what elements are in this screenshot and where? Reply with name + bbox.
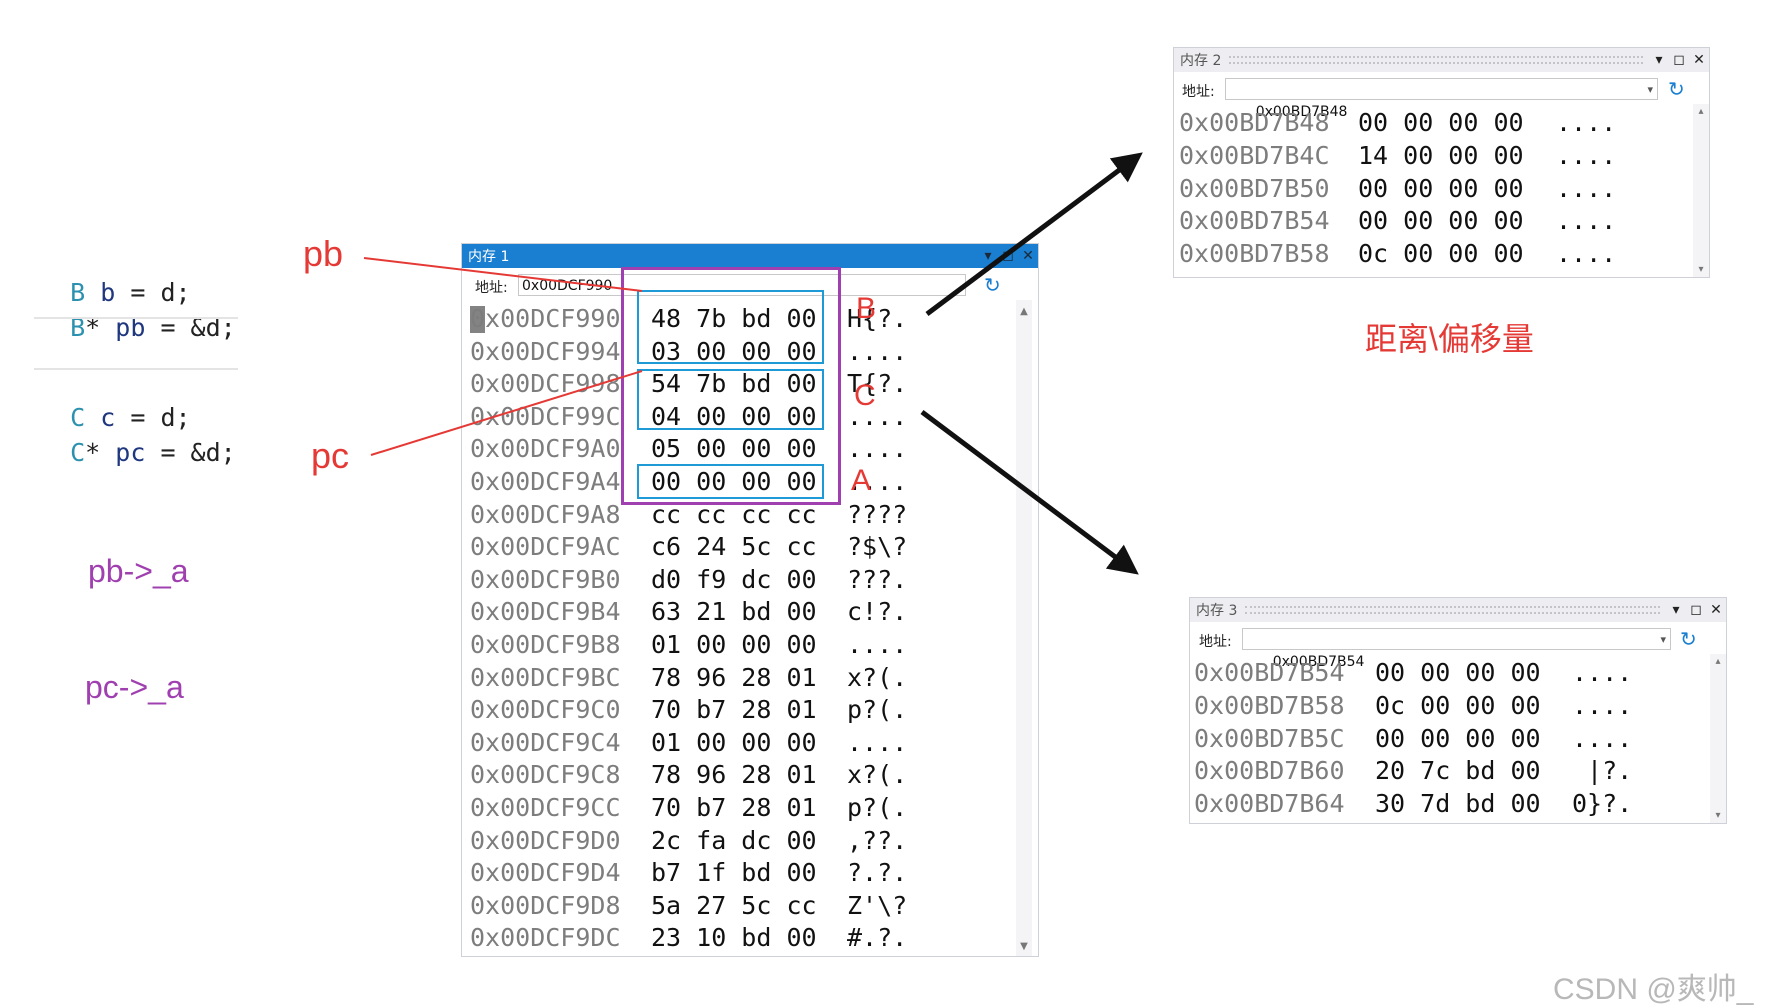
- pc-pointer-line: [370, 370, 643, 456]
- arrow-to-memory-3: [920, 410, 1139, 575]
- watermark: CSDN @爽帅_: [1553, 973, 1754, 1006]
- annotation-overlay: [363, 152, 1143, 575]
- arrow-to-memory-2: [925, 152, 1143, 317]
- pb-pointer-line: [363, 257, 643, 292]
